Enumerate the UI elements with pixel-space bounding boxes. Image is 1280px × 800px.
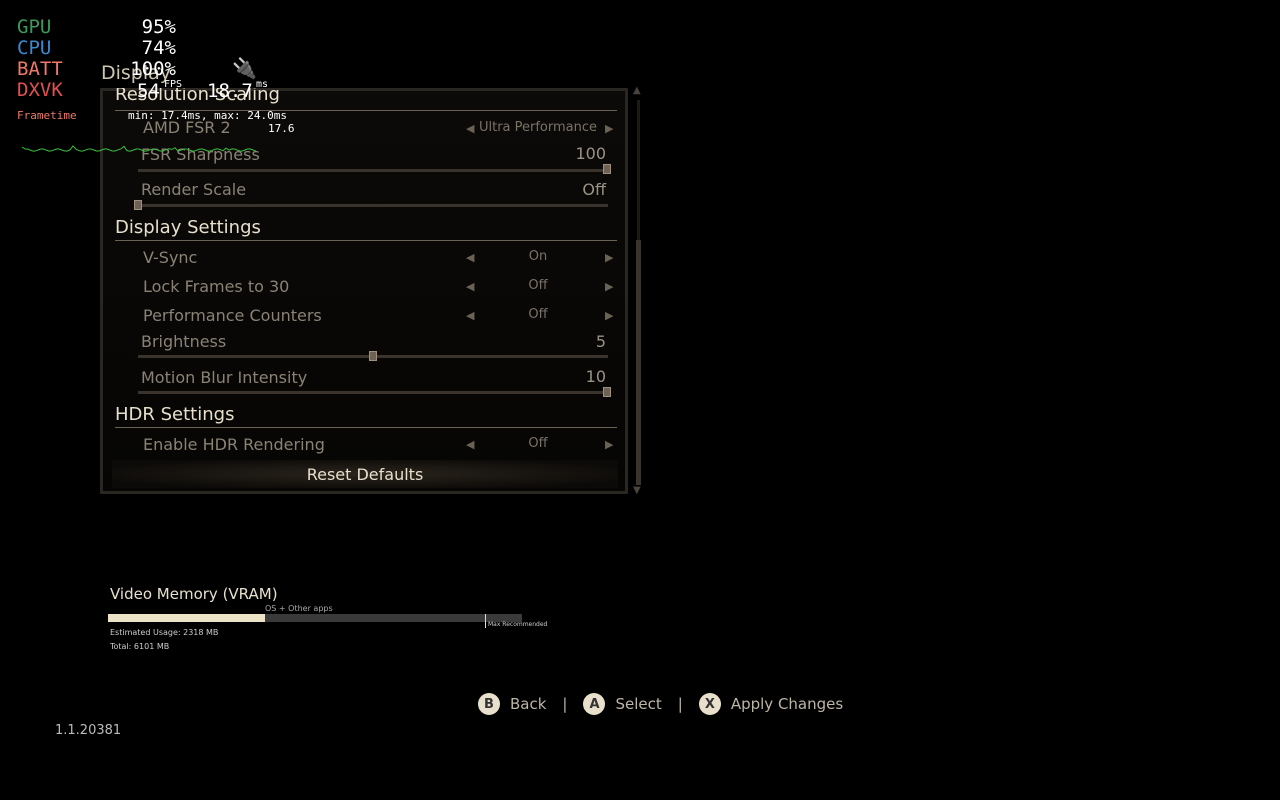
divider [115,427,617,428]
vram-bar [108,614,522,622]
section-display-settings: Display Settings [115,217,261,238]
gpu-value: 95% [141,16,176,38]
slider-thumb[interactable] [603,164,611,174]
estimated-usage: Estimated Usage: 2318 MB [110,628,219,637]
x-button-icon: X [698,693,721,715]
frametime-label: Frametime [17,109,77,122]
lock-frames-value[interactable]: Off [478,278,598,293]
vsync-label: V-Sync [143,248,198,267]
brightness-value: 5 [595,332,606,351]
cpu-label: CPU [17,37,52,59]
batt-label: BATT [17,58,63,80]
arrow-right-icon[interactable]: ▶ [605,309,613,322]
scroll-up-icon[interactable]: ▲ [633,85,641,96]
fps-unit: FPS [164,79,183,90]
vsync-value[interactable]: On [478,249,598,264]
arrow-left-icon[interactable]: ◀ [466,280,474,293]
arrow-left-icon[interactable]: ◀ [466,122,474,135]
button-prompts: B Back | A Select | X Apply Changes [478,693,843,715]
ms-unit: ms [256,79,269,90]
render-scale-value: Off [582,180,606,199]
version-label: 1.1.20381 [55,723,122,738]
arrow-right-icon[interactable]: ▶ [605,122,613,135]
vram-used-fill [108,614,266,622]
arrow-right-icon[interactable]: ▶ [605,280,613,293]
fsr-value[interactable]: Ultra Performance [478,120,598,135]
apply-label: Apply Changes [730,695,844,713]
frametime-graph [22,145,257,152]
performance-counters-label: Performance Counters [143,306,322,325]
hdr-label: Enable HDR Rendering [143,435,325,454]
total-vram: Total: 6101 MB [110,642,170,651]
hdr-value[interactable]: Off [478,436,598,451]
scrollbar-thumb[interactable] [636,240,641,485]
separator: | [677,695,683,713]
motion-blur-label: Motion Blur Intensity [141,368,308,387]
back-label: Back [510,695,547,713]
os-apps-label: OS + Other apps [265,604,333,613]
lock-frames-label: Lock Frames to 30 [143,277,290,296]
separator: | [562,695,568,713]
cpu-value: 74% [141,37,176,59]
frametime-line [22,145,257,152]
render-scale-slider[interactable] [138,204,608,207]
arrow-left-icon[interactable]: ◀ [466,251,474,264]
slider-thumb[interactable] [369,351,377,361]
select-label: Select [615,695,662,713]
motion-blur-slider[interactable] [138,391,608,394]
fps-value: 54 [137,80,160,102]
perf-overlay-values: 95% 74% 100% [110,17,176,80]
arrow-left-icon[interactable]: ◀ [466,309,474,322]
apply-changes-button[interactable]: X Apply Changes [698,693,844,715]
batt-value: 100% [130,58,176,80]
back-button[interactable]: B Back [478,693,546,715]
arrow-right-icon[interactable]: ▶ [605,251,613,264]
section-hdr-settings: HDR Settings [115,404,235,425]
frametime-value: 18.7 [207,80,253,102]
gpu-label: GPU [17,16,52,38]
arrow-left-icon[interactable]: ◀ [466,438,474,451]
power-plug-icon: 🔌 [232,56,257,80]
b-button-icon: B [478,693,500,715]
frametime-current: 17.6 [268,122,295,135]
reset-defaults-button[interactable]: Reset Defaults [112,460,618,488]
vram-title: Video Memory (VRAM) [110,585,278,603]
a-button-icon: A [583,693,606,715]
scroll-down-icon[interactable]: ▼ [633,485,641,496]
motion-blur-value: 10 [585,367,606,386]
max-recommended-marker [484,614,486,628]
select-button[interactable]: A Select [583,693,662,715]
dxvk-label: DXVK [17,79,63,101]
slider-thumb[interactable] [134,200,142,210]
performance-counters-value[interactable]: Off [478,307,598,322]
perf-overlay-labels: GPU CPU BATT DXVK [17,17,63,101]
slider-thumb[interactable] [603,387,611,397]
render-scale-label: Render Scale [141,180,247,199]
arrow-right-icon[interactable]: ▶ [605,438,613,451]
frametime-minmax: min: 17.4ms, max: 24.0ms [128,109,287,122]
brightness-label: Brightness [141,332,227,351]
fsr-sharpness-slider[interactable] [138,169,608,172]
max-recommended-label: Max Recommended [488,621,548,628]
divider [115,240,617,241]
fsr-sharpness-value: 100 [575,144,606,163]
